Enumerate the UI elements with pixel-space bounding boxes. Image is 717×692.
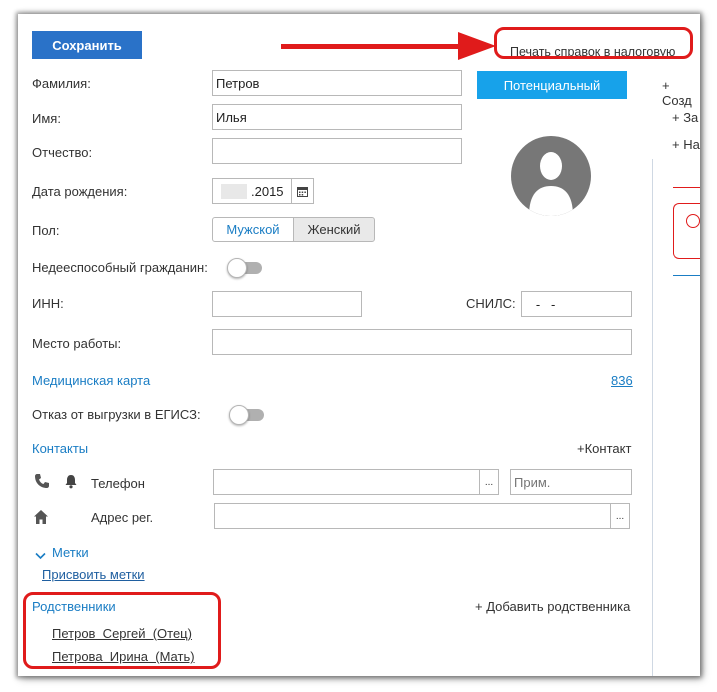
- snils-input[interactable]: [521, 291, 632, 317]
- add-relative-button[interactable]: + Добавить родственника: [475, 599, 630, 614]
- workplace-input[interactable]: [212, 329, 632, 355]
- first-name-label: Имя:: [32, 111, 61, 126]
- phone-label: Телефон: [91, 476, 145, 491]
- annotation-highlight-print: [494, 27, 693, 59]
- birth-date-label: Дата рождения:: [32, 184, 128, 199]
- right-item-3[interactable]: + На: [672, 137, 700, 152]
- last-name-label: Фамилия:: [32, 76, 91, 91]
- save-button[interactable]: Сохранить: [32, 31, 142, 59]
- egisz-refusal-label: Отказ от выгрузки в ЕГИСЗ:: [32, 407, 201, 422]
- phone-icon: [34, 473, 50, 492]
- contacts-title: Контакты: [32, 441, 89, 456]
- status-button[interactable]: Потенциальный: [477, 71, 627, 99]
- chevron-down-icon[interactable]: [35, 548, 46, 563]
- snils-label: СНИЛС:: [466, 296, 516, 311]
- annotation-arrow: [281, 44, 466, 49]
- birth-date-input[interactable]: .2015: [212, 178, 314, 204]
- add-contact-button[interactable]: +Контакт: [577, 441, 631, 456]
- bell-icon[interactable]: [64, 474, 78, 492]
- incapable-toggle[interactable]: [227, 258, 262, 278]
- right-create-link[interactable]: + Созд: [662, 78, 700, 108]
- tags-title[interactable]: Метки: [52, 545, 89, 560]
- assign-tags-link[interactable]: Присвоить метки: [42, 567, 145, 582]
- address-more-button[interactable]: ...: [610, 503, 630, 529]
- gender-label: Пол:: [32, 223, 60, 238]
- home-icon: [33, 509, 49, 528]
- last-name-input[interactable]: [212, 70, 462, 96]
- annotation-highlight-relatives: [23, 592, 221, 669]
- middle-name-input[interactable]: [212, 138, 462, 164]
- phone-note-input[interactable]: [510, 469, 632, 495]
- middle-name-label: Отчество:: [32, 145, 93, 160]
- workplace-label: Место работы:: [32, 336, 122, 351]
- medical-card-link[interactable]: Медицинская карта: [32, 373, 150, 388]
- phone-input[interactable]: [213, 469, 481, 495]
- incapable-label: Недееспособный гражданин:: [32, 260, 208, 275]
- address-label: Адрес рег.: [91, 510, 154, 525]
- right-item-2[interactable]: + За: [672, 110, 698, 125]
- address-input[interactable]: [214, 503, 612, 529]
- avatar[interactable]: [511, 136, 591, 216]
- annotation-arrow-head: [458, 32, 496, 60]
- phone-more-button[interactable]: ...: [479, 469, 499, 495]
- first-name-input[interactable]: [212, 104, 462, 130]
- alert-clock-icon: [686, 214, 700, 228]
- calendar-icon[interactable]: [291, 179, 313, 203]
- inn-input[interactable]: [212, 291, 362, 317]
- birth-date-value: .2015: [251, 184, 284, 199]
- gender-female-option[interactable]: Женский: [293, 217, 375, 242]
- user-silhouette-icon: [529, 152, 573, 216]
- app-window: Сохранить Печать справок в налоговую Фам…: [18, 14, 700, 676]
- medical-card-number[interactable]: 836: [611, 373, 633, 388]
- redacted-date-part: [221, 184, 247, 199]
- gender-male-option[interactable]: Мужской: [212, 217, 294, 242]
- egisz-refusal-toggle[interactable]: [229, 405, 264, 425]
- inn-label: ИНН:: [32, 296, 64, 311]
- right-side-panel: [652, 159, 700, 676]
